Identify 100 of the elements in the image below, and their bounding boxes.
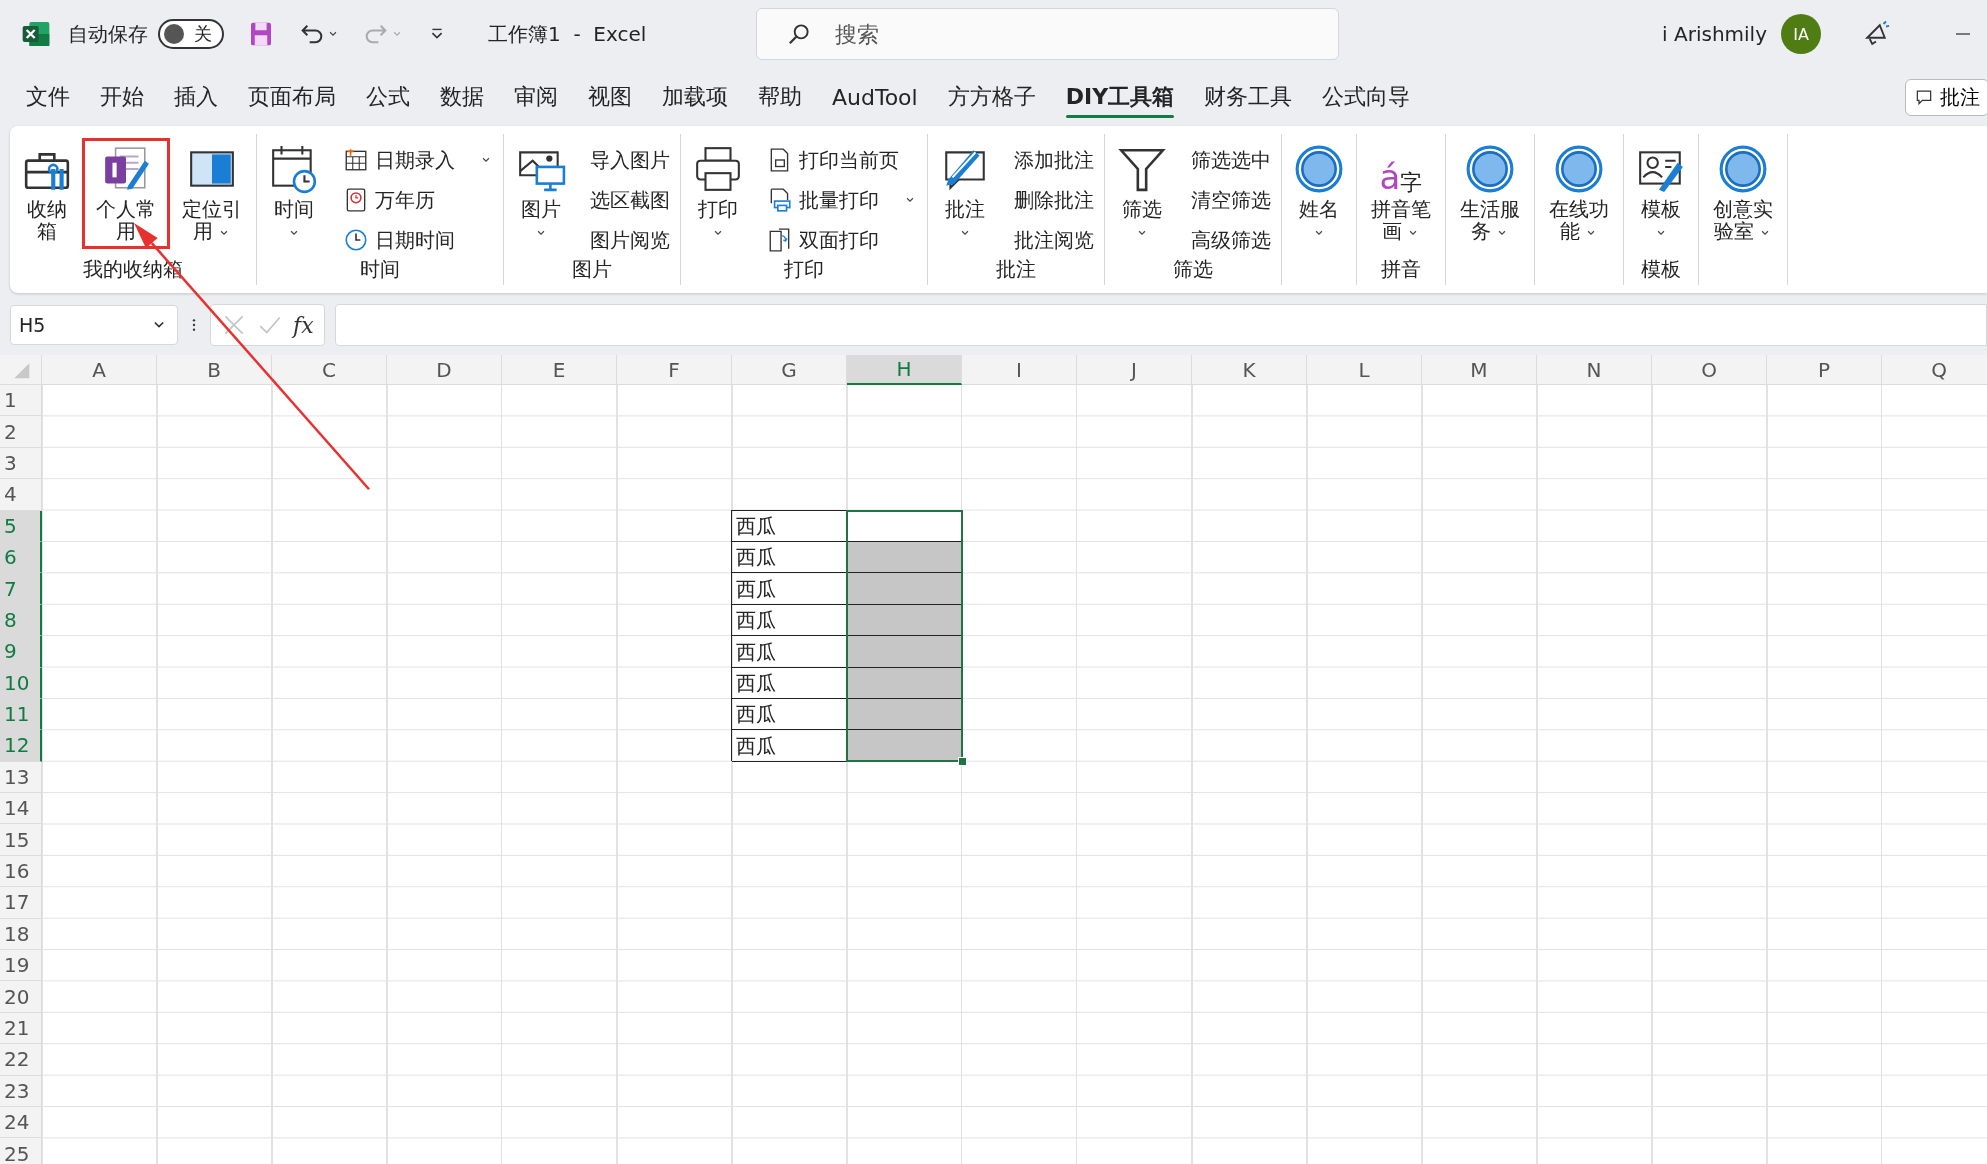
ribbon-button[interactable]: 万年历 xyxy=(337,182,499,218)
ribbon-button[interactable]: 清空筛选 xyxy=(1185,182,1277,218)
ribbon-button[interactable]: 添加批注 xyxy=(1008,142,1100,178)
fill-handle[interactable] xyxy=(958,756,967,766)
menu-tab[interactable]: 公式向导 xyxy=(1310,74,1423,120)
ribbon-button[interactable]: 选区截图 xyxy=(584,182,676,218)
row-header[interactable]: 5 xyxy=(0,510,42,542)
ribbon-button[interactable]: 高级筛选 xyxy=(1185,222,1277,258)
ribbon-button[interactable]: 打印当前页 xyxy=(761,142,923,178)
menu-tab[interactable]: 加载项 xyxy=(650,74,740,120)
menu-tab[interactable]: 页面布局 xyxy=(236,74,348,120)
calendar-grid-icon xyxy=(343,147,369,173)
menu-tab[interactable]: 数据 xyxy=(428,74,496,120)
ribbon-button[interactable]: 导入图片 xyxy=(584,142,676,178)
ribbon-button[interactable]: 日期时间 xyxy=(337,222,499,258)
menu-tab[interactable]: 文件 xyxy=(14,74,82,120)
column-header[interactable]: F xyxy=(617,355,732,385)
row-header[interactable]: 8 xyxy=(0,604,42,637)
ribbon-button[interactable]: 生活服务 xyxy=(1450,142,1530,245)
row-header[interactable]: 25 xyxy=(0,1138,42,1164)
column-header[interactable]: M xyxy=(1422,355,1537,385)
row-header[interactable]: 21 xyxy=(0,1012,42,1045)
ribbon-button[interactable]: 打印 xyxy=(685,142,751,243)
ribbon-button[interactable]: 在线功能 xyxy=(1539,142,1619,245)
column-header[interactable]: Q xyxy=(1882,355,1987,385)
search-field[interactable]: 搜索 xyxy=(756,8,1340,60)
ribbon-button[interactable]: 筛选 xyxy=(1109,142,1175,243)
menu-tab[interactable]: 视图 xyxy=(576,74,644,120)
ribbon-button[interactable]: 时间 xyxy=(261,142,327,243)
ribbon-button[interactable]: 创意实验室 xyxy=(1703,142,1783,245)
menu-tab[interactable]: 审阅 xyxy=(502,74,570,120)
menu-tab[interactable]: 方方格子 xyxy=(935,74,1048,120)
row-header[interactable]: 7 xyxy=(0,573,42,605)
column-header[interactable]: G xyxy=(732,355,847,385)
row-header[interactable]: 1 xyxy=(0,385,42,417)
ribbon-button[interactable]: 收纳箱 xyxy=(14,142,80,245)
comments-button[interactable]: 批注 xyxy=(1905,78,1987,116)
row-header[interactable]: 22 xyxy=(0,1044,42,1076)
ribbon-button[interactable]: 姓名 xyxy=(1286,142,1352,243)
table-cell: 西瓜 xyxy=(732,510,847,542)
column-header[interactable]: O xyxy=(1652,355,1767,385)
row-header[interactable]: 9 xyxy=(0,636,42,668)
menu-tab[interactable]: 财务工具 xyxy=(1192,74,1305,120)
row-header[interactable]: 20 xyxy=(0,981,42,1013)
column-header[interactable]: N xyxy=(1537,355,1652,385)
name-box[interactable]: H5 xyxy=(10,305,178,345)
insert-function-button[interactable]: fx xyxy=(293,312,314,338)
row-header[interactable]: 15 xyxy=(0,824,42,856)
ribbon-button[interactable]: 筛选选中 xyxy=(1185,142,1277,178)
column-header[interactable]: B xyxy=(157,355,272,385)
column-header[interactable]: D xyxy=(387,355,502,385)
ribbon-button[interactable]: 图片 xyxy=(508,142,574,243)
ribbon-button[interactable]: 图片阅览 xyxy=(584,222,676,258)
group-label: 打印 xyxy=(784,256,824,283)
column-header[interactable]: H xyxy=(847,355,962,385)
formula-input[interactable] xyxy=(334,304,1987,346)
row-header[interactable]: 12 xyxy=(0,730,42,762)
row-header[interactable]: 2 xyxy=(0,416,42,448)
menu-tab[interactable]: 公式 xyxy=(354,74,422,120)
ribbon-button[interactable]: 日期录入 xyxy=(337,142,499,178)
column-header[interactable]: L xyxy=(1307,355,1422,385)
column-header[interactable]: I xyxy=(962,355,1077,385)
row-header[interactable]: 13 xyxy=(0,761,42,794)
table-cell: 西瓜 xyxy=(732,730,847,762)
row-header[interactable]: 4 xyxy=(0,479,42,511)
autosave-label: 自动保存 xyxy=(68,20,148,48)
ribbon-button[interactable]: 批注阅览 xyxy=(1008,222,1100,258)
ribbon-button[interactable]: 模板 xyxy=(1628,142,1694,243)
column-header[interactable]: K xyxy=(1192,355,1307,385)
row-header[interactable]: 14 xyxy=(0,793,42,825)
ribbon-button[interactable]: á字 拼音笔画 xyxy=(1361,142,1441,245)
row-header[interactable]: 11 xyxy=(0,698,42,731)
row-header[interactable]: 23 xyxy=(0,1075,42,1107)
group-label: 图片 xyxy=(572,256,612,283)
menu-tab[interactable]: AudTool xyxy=(820,76,930,118)
column-header[interactable]: A xyxy=(42,355,157,385)
menu-tab[interactable]: DIY工具箱 xyxy=(1053,74,1187,120)
row-header[interactable]: 17 xyxy=(0,887,42,919)
column-header[interactable]: J xyxy=(1077,355,1192,385)
menu-tab[interactable]: 插入 xyxy=(162,74,230,120)
user-avatar[interactable]: IA xyxy=(1781,14,1821,54)
ribbon-button[interactable]: 删除批注 xyxy=(1008,182,1100,218)
column-header[interactable]: C xyxy=(272,355,387,385)
menu-tab[interactable]: 开始 xyxy=(88,74,156,120)
ribbon-button[interactable]: 双面打印 xyxy=(761,222,923,258)
row-header[interactable]: 18 xyxy=(0,918,42,951)
menu-tab[interactable]: 帮助 xyxy=(746,74,814,120)
row-header[interactable]: 24 xyxy=(0,1107,42,1139)
row-header[interactable]: 3 xyxy=(0,447,42,480)
row-header[interactable]: 6 xyxy=(0,541,42,574)
row-header[interactable]: 16 xyxy=(0,855,42,888)
column-header[interactable]: E xyxy=(502,355,617,385)
ribbon-button[interactable]: 批量打印 xyxy=(761,182,923,218)
clock-icon xyxy=(343,227,369,253)
autosave-toggle[interactable]: 关 xyxy=(158,19,224,49)
ribbon-button[interactable]: 批注 xyxy=(932,142,998,243)
row-header[interactable]: 19 xyxy=(0,950,42,982)
ribbon-button[interactable]: 定位引用 xyxy=(172,142,252,245)
column-header[interactable]: P xyxy=(1767,355,1882,385)
row-header[interactable]: 10 xyxy=(0,667,42,699)
